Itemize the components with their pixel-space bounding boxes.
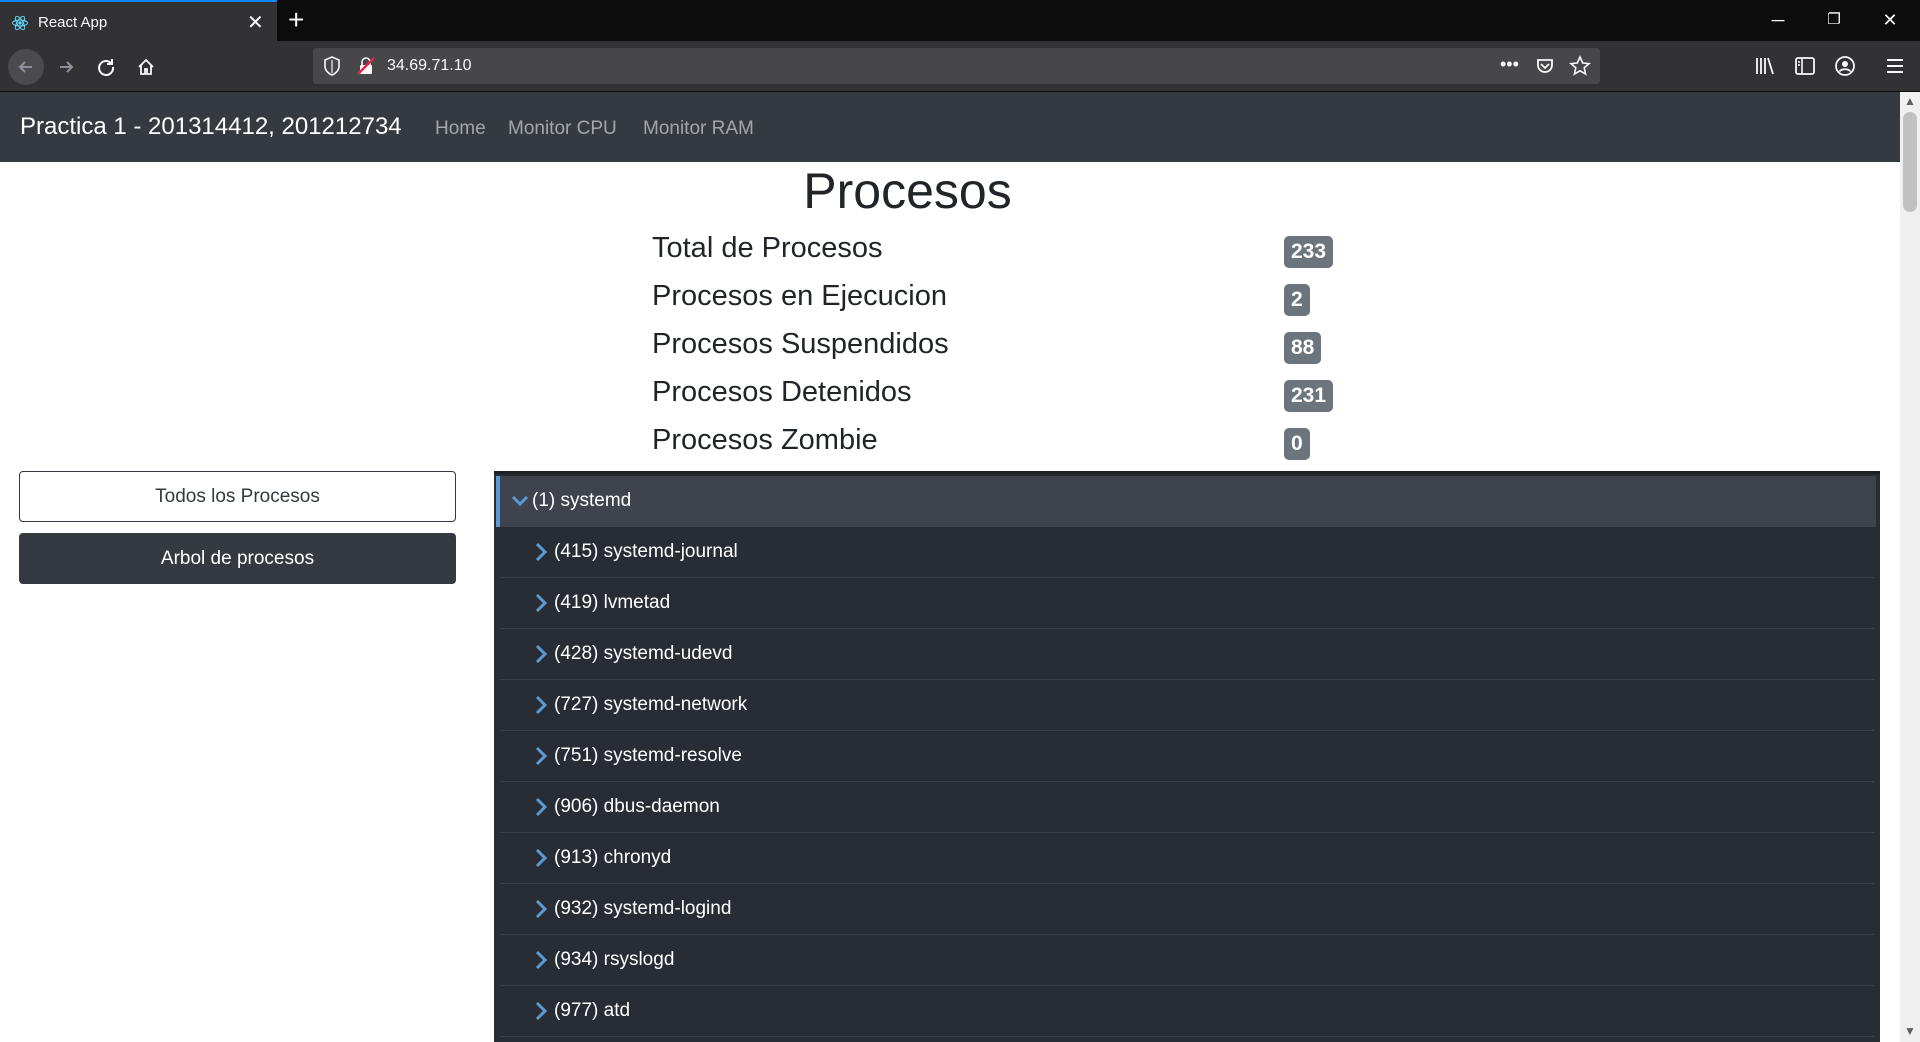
account-icon[interactable]: [1834, 55, 1856, 77]
tree-node[interactable]: (428) systemd-udevd: [500, 629, 1874, 680]
bookmark-star-icon[interactable]: [1569, 55, 1591, 77]
all-processes-button[interactable]: Todos los Procesos: [19, 471, 456, 522]
browser-tab[interactable]: React App ✕: [0, 0, 277, 41]
stat-badge-total: 233: [1284, 236, 1334, 268]
home-button[interactable]: [128, 49, 164, 85]
arrow-right-icon: [60, 61, 74, 73]
chevron-right-icon[interactable]: [534, 593, 548, 613]
app-navbar: Practica 1 - 201314412, 201212734 Home M…: [0, 92, 1900, 162]
chevron-down-icon[interactable]: [511, 492, 529, 510]
stat-label-zombie: Procesos Zombie: [652, 424, 878, 456]
stat-label-total: Total de Procesos: [652, 232, 883, 264]
chevron-right-icon[interactable]: [534, 848, 548, 868]
chevron-right-icon[interactable]: [534, 797, 548, 817]
library-icon[interactable]: [1754, 55, 1776, 77]
chevron-right-icon[interactable]: [534, 695, 548, 715]
stat-label-running: Procesos en Ejecucion: [652, 280, 947, 312]
chevron-right-icon[interactable]: [534, 899, 548, 919]
process-tree-button[interactable]: Arbol de procesos: [19, 533, 456, 584]
tree-node[interactable]: (727) systemd-network: [500, 680, 1874, 731]
insecure-lock-icon[interactable]: [357, 57, 375, 75]
chevron-right-icon[interactable]: [534, 950, 548, 970]
stat-badge-running: 2: [1284, 284, 1310, 316]
close-tab-icon[interactable]: ✕: [247, 10, 264, 35]
tree-node[interactable]: (419) lvmetad: [500, 578, 1874, 629]
reload-button[interactable]: [88, 49, 124, 85]
tree-node-label: (419) lvmetad: [554, 592, 671, 613]
pocket-icon[interactable]: [1535, 56, 1555, 76]
tree-node[interactable]: (913) chronyd: [500, 833, 1874, 884]
scroll-down-icon[interactable]: ▼: [1904, 1024, 1916, 1038]
tree-node[interactable]: (977) atd: [500, 986, 1874, 1037]
scrollbar-thumb[interactable]: [1903, 112, 1917, 212]
nav-link-home[interactable]: Home: [435, 118, 486, 140]
stat-badge-suspended: 88: [1284, 332, 1322, 364]
url-text[interactable]: 34.69.71.10: [387, 57, 472, 75]
forward-button[interactable]: [48, 49, 84, 85]
tree-node-label: (1) systemd: [532, 490, 632, 511]
stat-label-suspended: Procesos Suspendidos: [652, 328, 949, 360]
react-logo-icon: [12, 15, 28, 31]
tree-node-label: (428) systemd-udevd: [554, 643, 733, 664]
arrow-left-icon: [18, 61, 32, 73]
nav-link-monitor-ram[interactable]: Monitor RAM: [643, 118, 754, 140]
back-button[interactable]: [8, 49, 44, 85]
tree-node-label: (751) systemd-resolve: [554, 745, 742, 766]
close-window-icon[interactable]: ✕: [1862, 0, 1918, 41]
shield-icon[interactable]: [323, 56, 341, 76]
browser-tab-strip: React App ✕ + ─ ❐ ✕: [0, 0, 1920, 41]
new-tab-button[interactable]: +: [288, 4, 304, 36]
tree-node-label: (934) rsyslogd: [554, 949, 675, 970]
reload-icon: [98, 59, 115, 76]
tree-node[interactable]: (906) dbus-daemon: [500, 782, 1874, 833]
tree-node[interactable]: (415) systemd-journal: [500, 527, 1874, 578]
tree-node-root[interactable]: (1) systemd: [496, 476, 1876, 527]
process-tree: (1) systemd (415) systemd-journal (419) l…: [494, 471, 1880, 1042]
chevron-right-icon[interactable]: [534, 746, 548, 766]
navbar-brand[interactable]: Practica 1 - 201314412, 201212734: [20, 113, 402, 141]
chevron-right-icon[interactable]: [534, 542, 548, 562]
stat-label-stopped: Procesos Detenidos: [652, 376, 912, 408]
tree-node-label: (913) chronyd: [554, 847, 672, 868]
tree-node-label: (932) systemd-logind: [554, 898, 732, 919]
tree-node[interactable]: (934) rsyslogd: [500, 935, 1874, 986]
tree-node-label: (906) dbus-daemon: [554, 796, 720, 817]
address-bar[interactable]: 34.69.71.10 •••: [313, 48, 1600, 84]
tree-node-label: (727) systemd-network: [554, 694, 748, 715]
tree-node-label: (415) systemd-journal: [554, 541, 738, 562]
page-content: Practica 1 - 201314412, 201212734 Home M…: [0, 92, 1900, 1042]
tree-node[interactable]: (932) systemd-logind: [500, 884, 1874, 935]
chevron-right-icon[interactable]: [534, 644, 548, 664]
hamburger-menu-icon[interactable]: [1885, 56, 1905, 76]
restore-window-icon[interactable]: ❐: [1806, 0, 1862, 41]
tab-title: React App: [38, 14, 108, 31]
nav-link-monitor-cpu[interactable]: Monitor CPU: [508, 118, 617, 140]
minimize-window-icon[interactable]: ─: [1750, 0, 1806, 41]
browser-toolbar: 34.69.71.10 •••: [0, 41, 1920, 92]
page-title: Procesos: [803, 163, 1012, 219]
more-actions-icon[interactable]: •••: [1500, 54, 1519, 75]
stat-badge-zombie: 0: [1284, 428, 1310, 460]
scroll-up-icon[interactable]: ▲: [1904, 94, 1916, 108]
stat-badge-stopped: 231: [1284, 380, 1334, 412]
chevron-right-icon[interactable]: [534, 1001, 548, 1021]
tree-node[interactable]: (751) systemd-resolve: [500, 731, 1874, 782]
tree-node-label: (977) atd: [554, 1000, 631, 1021]
home-icon: [138, 58, 154, 75]
sidebar-toggle-icon[interactable]: [1794, 55, 1816, 77]
page-scrollbar[interactable]: ▲ ▼: [1900, 92, 1920, 1042]
